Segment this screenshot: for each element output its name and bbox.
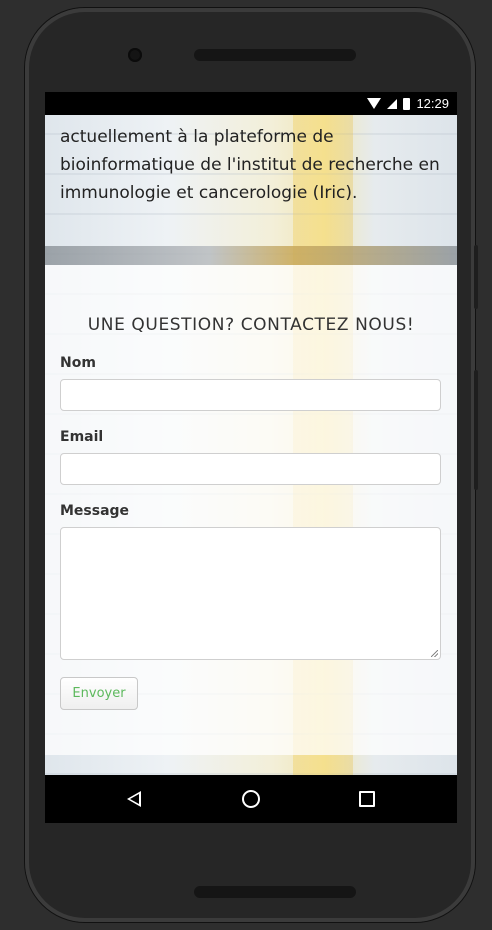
bottom-speaker (194, 886, 356, 898)
android-nav-bar (45, 775, 457, 823)
battery-icon (403, 97, 411, 110)
email-input[interactable] (60, 453, 441, 485)
name-label: Nom (60, 355, 96, 371)
send-button[interactable]: Envoyer (60, 677, 138, 710)
back-icon[interactable] (127, 791, 141, 807)
email-label: Email (60, 429, 104, 445)
bio-line: bioinformatique de l'institut de recherc… (60, 155, 440, 175)
front-camera (128, 48, 142, 62)
bio-line: immunologie et cancerologie (Iric). (60, 183, 358, 203)
name-input[interactable] (60, 379, 441, 411)
contact-form-title: UNE QUESTION? CONTACTEZ NOUS! (87, 315, 415, 335)
home-icon[interactable] (242, 790, 260, 808)
status-time: 12:29 (416, 96, 449, 111)
volume-button (474, 370, 478, 490)
status-bar: 12:29 (45, 92, 457, 115)
page-content[interactable]: actuellement à la plateforme de bioinfor… (45, 115, 457, 775)
contact-form: UNE QUESTION? CONTACTEZ NOUS! Nom Email … (45, 265, 457, 755)
message-label: Message (60, 503, 130, 519)
resize-handle-icon[interactable] (431, 650, 438, 657)
recent-apps-icon[interactable] (359, 791, 375, 807)
wifi-icon (367, 98, 382, 109)
power-button (474, 245, 478, 309)
cell-signal-icon (387, 98, 398, 109)
section-divider (45, 246, 457, 265)
message-textarea[interactable] (60, 527, 441, 660)
earpiece-speaker (194, 49, 356, 61)
bio-line: actuellement à la plateforme de (60, 127, 334, 147)
bio-paragraph: actuellement à la plateforme de bioinfor… (60, 123, 440, 207)
device-screen: 12:29 actuellement à la plateforme de bi… (45, 92, 457, 823)
